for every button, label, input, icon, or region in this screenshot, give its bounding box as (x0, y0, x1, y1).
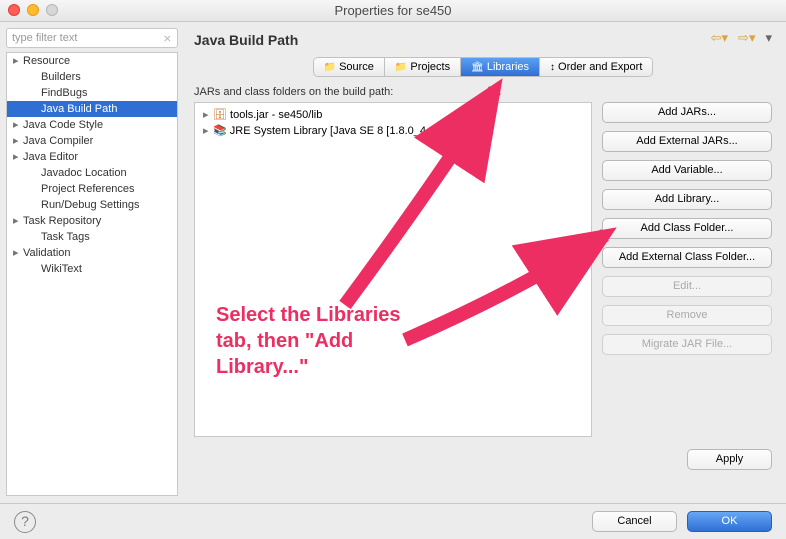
clear-filter-icon[interactable]: ⨯ (163, 32, 172, 45)
tree-item-builders[interactable]: Builders (7, 69, 177, 85)
tree-item-validation[interactable]: ▸Validation (7, 245, 177, 261)
maximize-window-button (46, 4, 58, 16)
filter-placeholder: type filter text (12, 32, 77, 44)
page-toolbar: ⇦▾ ⇨▾ ▾ (711, 30, 772, 46)
list-label: JARs and class folders on the build path… (194, 86, 772, 98)
tree-item-resource[interactable]: ▸Resource (7, 53, 177, 69)
projects-icon: 📁 (395, 62, 407, 73)
tree-item-findbugs[interactable]: FindBugs (7, 85, 177, 101)
ok-button[interactable]: OK (687, 511, 772, 532)
category-tree[interactable]: ▸Resource Builders FindBugs Java Build P… (6, 52, 178, 496)
list-item-jre[interactable]: ▸📚 JRE System Library [Java SE 8 [1.8.0_… (199, 123, 587, 139)
view-menu-icon[interactable]: ▾ (765, 30, 772, 46)
forward-icon[interactable]: ⇨▾ (738, 30, 755, 46)
tree-item-run-debug[interactable]: Run/Debug Settings (7, 197, 177, 213)
tab-order-export[interactable]: ↕Order and Export (540, 58, 652, 76)
close-window-button[interactable] (8, 4, 20, 16)
add-library-button[interactable]: Add Library... (602, 189, 772, 210)
window-title: Properties for se450 (0, 0, 786, 22)
tree-item-task-tags[interactable]: Task Tags (7, 229, 177, 245)
back-icon[interactable]: ⇦▾ (711, 30, 728, 46)
minimize-window-button[interactable] (27, 4, 39, 16)
tab-source[interactable]: 📁Source (314, 58, 385, 76)
remove-button: Remove (602, 305, 772, 326)
tree-item-java-compiler[interactable]: ▸Java Compiler (7, 133, 177, 149)
order-icon: ↕ (550, 62, 555, 73)
add-variable-button[interactable]: Add Variable... (602, 160, 772, 181)
source-icon: 📁 (324, 62, 336, 73)
sidebar: type filter text ⨯ ▸Resource Builders Fi… (0, 22, 184, 502)
add-class-folder-button[interactable]: Add Class Folder... (602, 218, 772, 239)
tree-item-task-repository[interactable]: ▸Task Repository (7, 213, 177, 229)
tree-item-javadoc-location[interactable]: Javadoc Location (7, 165, 177, 181)
page-title: Java Build Path (194, 32, 772, 48)
library-icon: 📚 (213, 125, 227, 137)
tree-item-java-build-path[interactable]: Java Build Path (7, 101, 177, 117)
libraries-icon: 🏛 (471, 62, 484, 73)
add-external-jars-button[interactable]: Add External JARs... (602, 131, 772, 152)
migrate-jar-button: Migrate JAR File... (602, 334, 772, 355)
traffic-lights (8, 4, 58, 16)
jar-icon: 🗄 (213, 109, 227, 121)
filter-input[interactable]: type filter text ⨯ (6, 28, 178, 48)
cancel-button[interactable]: Cancel (592, 511, 677, 532)
edit-button: Edit... (602, 276, 772, 297)
apply-button[interactable]: Apply (687, 449, 772, 470)
tab-bar: 📁Source 📁Projects 🏛Libraries ↕Order and … (194, 58, 772, 76)
tree-item-wikitext[interactable]: WikiText (7, 261, 177, 277)
help-icon[interactable]: ? (14, 511, 36, 533)
button-column: Add JARs... Add External JARs... Add Var… (602, 102, 772, 437)
tree-item-java-code-style[interactable]: ▸Java Code Style (7, 117, 177, 133)
tree-item-java-editor[interactable]: ▸Java Editor (7, 149, 177, 165)
tree-item-project-references[interactable]: Project References (7, 181, 177, 197)
content-pane: Java Build Path ⇦▾ ⇨▾ ▾ 📁Source 📁Project… (184, 22, 786, 502)
classpath-list[interactable]: ▸🗄 tools.jar - se450/lib ▸📚 JRE System L… (194, 102, 592, 437)
list-item-jar[interactable]: ▸🗄 tools.jar - se450/lib (199, 107, 587, 123)
add-external-class-folder-button[interactable]: Add External Class Folder... (602, 247, 772, 268)
titlebar: Properties for se450 (0, 0, 786, 22)
dialog-footer: ? Cancel OK (0, 503, 786, 539)
add-jars-button[interactable]: Add JARs... (602, 102, 772, 123)
tab-libraries[interactable]: 🏛Libraries (461, 58, 540, 76)
tab-projects[interactable]: 📁Projects (385, 58, 461, 76)
